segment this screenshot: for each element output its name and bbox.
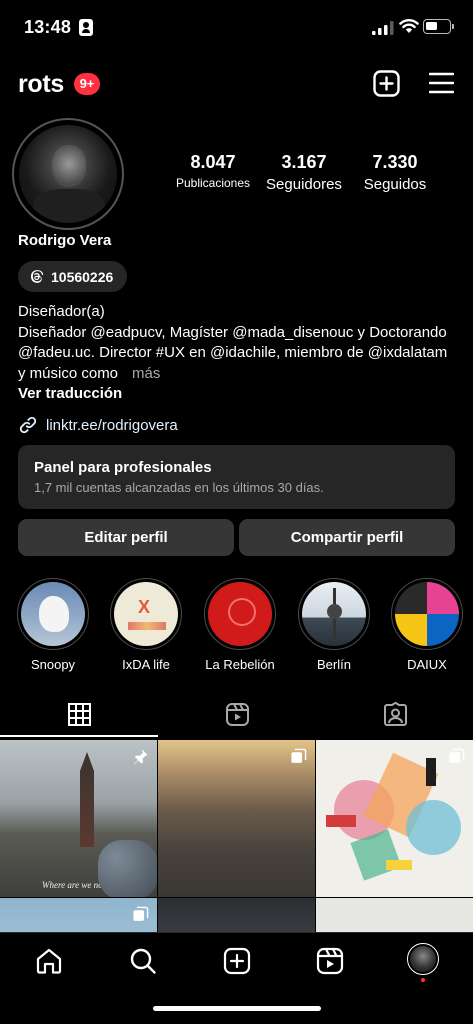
highlight-ring: [204, 578, 276, 650]
professional-dashboard-card[interactable]: Panel para profesionales 1,7 mil cuentas…: [18, 445, 455, 509]
stat-value: 3.167: [281, 152, 327, 172]
bio-text: Diseñador @eadpucv, Magíster @mada_disen…: [18, 323, 448, 382]
post-thumbnail[interactable]: [158, 740, 315, 897]
stat-followers[interactable]: 3.167 Seguidores: [260, 152, 348, 193]
highlight-ring: [298, 578, 370, 650]
stat-value: 8.047: [190, 152, 236, 172]
grid-icon: [67, 702, 91, 726]
home-indicator: [153, 1006, 321, 1011]
highlight-ring: [110, 578, 182, 650]
post-thumbnail[interactable]: Where are we now?: [0, 740, 157, 897]
hamburger-menu-icon[interactable]: [429, 72, 454, 94]
wifi-icon: [399, 19, 419, 33]
post-thumbnail[interactable]: [0, 898, 157, 932]
post-thumbnail[interactable]: [316, 740, 473, 897]
story-highlight[interactable]: La Rebelión: [204, 578, 276, 672]
active-tab-indicator: [0, 735, 158, 737]
highlight-cover: [302, 582, 366, 646]
highlight-label: IxDA life: [122, 657, 170, 672]
highlight-ring: [17, 578, 89, 650]
reels-icon: [225, 702, 249, 726]
plus-square-icon: [223, 947, 251, 975]
story-highlight[interactable]: DAIUX: [391, 578, 463, 672]
post-thumbnail[interactable]: [316, 898, 473, 932]
tab-tagged[interactable]: [316, 690, 473, 738]
dashboard-title: Panel para profesionales: [34, 459, 212, 476]
carousel-icon: [133, 906, 149, 921]
stat-following[interactable]: 7.330 Seguidos: [356, 152, 434, 193]
carousel-icon: [449, 748, 465, 763]
contact-card-icon: [79, 19, 93, 36]
highlight-label: Snoopy: [30, 657, 76, 672]
highlight-cover: [21, 582, 85, 646]
reels-icon: [316, 947, 344, 975]
status-bar: 13:48: [0, 0, 473, 56]
account-username[interactable]: rots: [18, 70, 64, 99]
threads-icon: [30, 270, 44, 283]
status-time: 13:48: [24, 17, 72, 37]
dashboard-subtitle: 1,7 mil cuentas alcanzadas en los último…: [34, 480, 324, 495]
highlight-cover: [208, 582, 272, 646]
highlight-cover: [114, 582, 178, 646]
pin-icon: [133, 749, 148, 765]
story-highlight[interactable]: IxDA life: [110, 578, 182, 672]
stat-value: 7.330: [372, 152, 418, 172]
tab-posts-grid[interactable]: [0, 690, 158, 738]
nav-profile[interactable]: [407, 943, 439, 975]
profile-full-name: Rodrigo Vera: [18, 232, 112, 249]
tab-reels[interactable]: [158, 690, 316, 738]
nav-home[interactable]: [33, 945, 65, 977]
highlight-label: La Rebelión: [205, 657, 275, 672]
stat-label: Seguidores: [266, 176, 342, 193]
avatar-image: [19, 125, 117, 223]
stat-label: Seguidos: [363, 176, 427, 193]
cellular-signal-icon: [372, 21, 394, 35]
highlight-ring: [391, 578, 463, 650]
profile-content-tabs: [0, 690, 473, 738]
home-icon: [36, 948, 62, 974]
story-highlight[interactable]: Snoopy: [17, 578, 89, 672]
stat-label: Publicaciones: [175, 176, 251, 190]
nav-create[interactable]: [221, 945, 253, 977]
highlight-label: Berlín: [317, 657, 351, 672]
plus-square-icon[interactable]: [373, 70, 400, 97]
profile-header: rots 9+: [0, 62, 473, 106]
threads-badge-button[interactable]: 10560226: [18, 261, 128, 292]
post-caption-overlay: Where are we now?: [42, 880, 114, 890]
search-icon: [130, 948, 156, 974]
notification-dot: [421, 978, 425, 982]
posts-grid: Where are we now?: [0, 740, 473, 932]
link-icon: [19, 416, 37, 434]
story-highlight[interactable]: Berlín: [298, 578, 370, 672]
nav-reels[interactable]: [314, 945, 346, 977]
threads-handle: 10560226: [51, 268, 114, 285]
tagged-icon: [383, 701, 407, 726]
battery-tip: [452, 24, 454, 29]
profile-link[interactable]: linktr.ee/rodrigovera: [18, 415, 178, 435]
link-text: linktr.ee/rodrigovera: [46, 416, 178, 434]
post-thumbnail[interactable]: [158, 898, 315, 932]
stat-posts[interactable]: 8.047 Publicaciones: [168, 152, 258, 190]
translate-link[interactable]: Ver traducción: [18, 384, 458, 405]
bio-more-link[interactable]: más: [132, 365, 160, 382]
avatar: [410, 946, 436, 972]
carousel-icon: [291, 748, 307, 763]
profile-avatar[interactable]: [12, 118, 124, 230]
highlight-cover: [395, 582, 459, 646]
notification-badge[interactable]: 9+: [74, 73, 100, 95]
nav-search[interactable]: [127, 945, 159, 977]
share-profile-button[interactable]: Compartir perfil: [239, 519, 455, 556]
edit-profile-button[interactable]: Editar perfil: [18, 519, 234, 556]
bio-category: Diseñador(a): [18, 303, 105, 320]
battery-icon: [423, 19, 451, 34]
profile-bio: Diseñador(a) Diseñador @eadpucv, Magíste…: [18, 302, 458, 405]
highlight-label: DAIUX: [407, 657, 447, 672]
